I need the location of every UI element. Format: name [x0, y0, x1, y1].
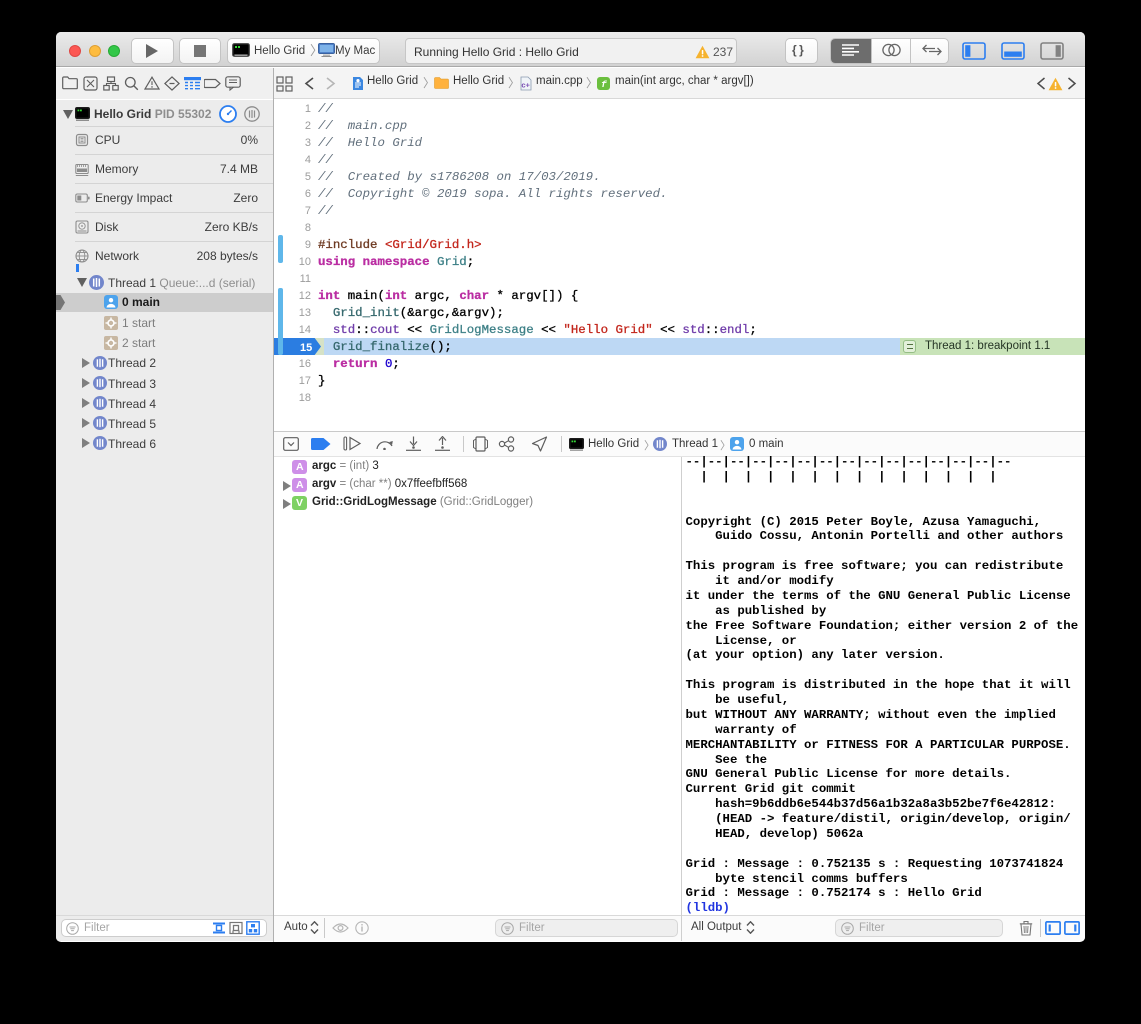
- svg-text:15: 15: [300, 341, 312, 353]
- svg-text:c+: c+: [521, 81, 530, 90]
